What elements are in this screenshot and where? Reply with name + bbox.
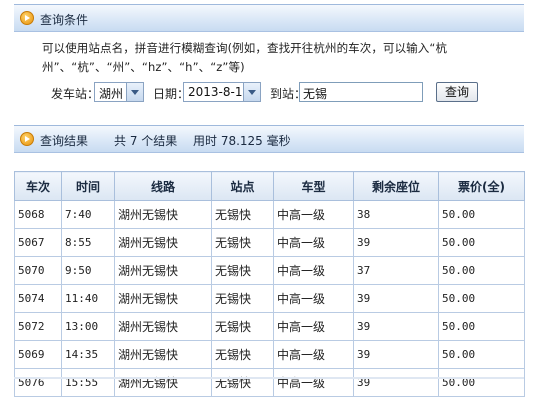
cell-station: 无锡快	[211, 200, 274, 229]
cell-route: 湖州无锡快	[114, 312, 212, 341]
cell-train-no: 5067	[14, 228, 62, 257]
results-panel-title: 查询结果	[40, 134, 89, 148]
cell-vehicle-type: 中高一级	[273, 228, 354, 257]
table-row: 5068 7:40 湖州无锡快 无锡快 中高一级 38 50.00	[14, 200, 525, 229]
cell-time: 13:00	[61, 312, 115, 341]
cell-station: 无锡快	[211, 368, 274, 397]
arrow-right-circle-icon	[20, 132, 34, 146]
column-header-train-no: 车次	[14, 171, 62, 201]
chevron-down-icon[interactable]	[243, 83, 260, 101]
cell-vehicle-type: 中高一级	[273, 256, 354, 285]
table-row: 5072 13:00 湖州无锡快 无锡快 中高一级 39 50.00	[14, 312, 525, 341]
column-header-station: 站点	[211, 171, 274, 201]
results-panel-header: 查询结果 共 7 个结果 用时 78.125 毫秒	[14, 125, 524, 153]
table-row: 5067 8:55 湖州无锡快 无锡快 中高一级 39 50.00	[14, 228, 525, 257]
cell-vehicle-type: 中高一级	[273, 312, 354, 341]
results-table: 车次 时间 线路 站点 车型 剩余座位 票价(全) 5068 7:40 湖州无锡快无…	[14, 171, 525, 397]
column-header-seats-left: 剩余座位	[353, 171, 439, 201]
query-panel-header: 查询条件	[14, 4, 524, 32]
cell-fare: 50.00	[438, 284, 525, 313]
cell-seats-left: 39	[353, 368, 439, 397]
cell-station: 无锡快	[211, 312, 274, 341]
cell-time: 14:35	[61, 340, 115, 369]
cell-seats-left: 38	[353, 200, 439, 229]
table-row: 5074 11:40 湖州无锡快 无锡快 中高一级 39 50.00	[14, 284, 525, 313]
search-form: 发车站： 湖州 日期： 2013-8-1 到站： 无锡 查询	[0, 82, 548, 104]
cell-route: 湖州无锡快	[114, 284, 212, 313]
cell-seats-left: 39	[353, 284, 439, 313]
cell-time: 9:50	[61, 256, 115, 285]
cell-vehicle-type: 中高一级	[273, 368, 354, 397]
cell-route: 湖州无锡快	[114, 368, 212, 397]
column-header-route: 线路	[114, 171, 212, 201]
table-row: 5076 15:55 湖州无锡快 无锡快 中高一级 39 50.00	[14, 368, 525, 397]
cell-time: 7:40	[61, 200, 115, 229]
cell-fare: 50.00	[438, 200, 525, 229]
cell-fare: 50.00	[438, 340, 525, 369]
cell-fare: 50.00	[438, 228, 525, 257]
cell-train-no: 5070	[14, 256, 62, 285]
cell-train-no: 5069	[14, 340, 62, 369]
cell-station: 无锡快	[211, 256, 274, 285]
table-row: 5069 14:35 湖州无锡快 无锡快 中高一级 39 50.00	[14, 340, 525, 369]
cell-train-no: 5074	[14, 284, 62, 313]
cell-fare: 50.00	[438, 256, 525, 285]
to-station-input[interactable]: 无锡	[299, 82, 423, 102]
cell-station: 无锡快	[211, 284, 274, 313]
query-elapsed-time: 用时 78.125 毫秒	[193, 134, 291, 148]
cell-time: 8:55	[61, 228, 115, 257]
cell-seats-left: 39	[353, 312, 439, 341]
cell-route: 湖州无锡快	[114, 340, 212, 369]
arrow-right-circle-icon	[20, 11, 34, 25]
cell-train-no: 5068	[14, 200, 62, 229]
from-station-label: 发车站：	[51, 87, 100, 101]
date-select[interactable]: 2013-8-1	[183, 82, 261, 102]
cell-fare: 50.00	[438, 312, 525, 341]
chevron-down-icon[interactable]	[126, 83, 143, 101]
cell-vehicle-type: 中高一级	[273, 340, 354, 369]
cell-seats-left: 37	[353, 256, 439, 285]
cell-seats-left: 39	[353, 228, 439, 257]
results-count: 共 7 个结果	[114, 134, 178, 148]
search-button[interactable]: 查询	[436, 82, 478, 102]
cell-seats-left: 39	[353, 340, 439, 369]
search-hint-text: 可以使用站点名，拼音进行模糊查询(例如，查找开往杭州的车次，可以输入“杭州”、“…	[42, 41, 448, 74]
table-bottom-divider	[14, 377, 524, 379]
to-station-value: 无锡	[303, 87, 328, 101]
from-station-value: 湖州	[99, 87, 124, 101]
cell-route: 湖州无锡快	[114, 256, 212, 285]
cell-train-no: 5072	[14, 312, 62, 341]
table-header-row: 车次 时间 线路 站点 车型 剩余座位 票价(全)	[14, 171, 525, 201]
cell-vehicle-type: 中高一级	[273, 284, 354, 313]
date-value: 2013-8-1	[188, 85, 243, 99]
cell-route: 湖州无锡快	[114, 200, 212, 229]
column-header-time: 时间	[61, 171, 115, 201]
table-row: 5070 9:50 湖州无锡快 无锡快 中高一级 37 50.00	[14, 256, 525, 285]
cell-station: 无锡快	[211, 340, 274, 369]
cell-time: 15:55	[61, 368, 115, 397]
cell-time: 11:40	[61, 284, 115, 313]
from-station-select[interactable]: 湖州	[94, 82, 144, 102]
column-header-vehicle-type: 车型	[273, 171, 354, 201]
cell-station: 无锡快	[211, 228, 274, 257]
cell-fare: 50.00	[438, 368, 525, 397]
cell-train-no: 5076	[14, 368, 62, 397]
cell-vehicle-type: 中高一级	[273, 200, 354, 229]
column-header-fare: 票价(全)	[438, 171, 525, 201]
query-panel-title: 查询条件	[40, 13, 89, 27]
cell-route: 湖州无锡快	[114, 228, 212, 257]
